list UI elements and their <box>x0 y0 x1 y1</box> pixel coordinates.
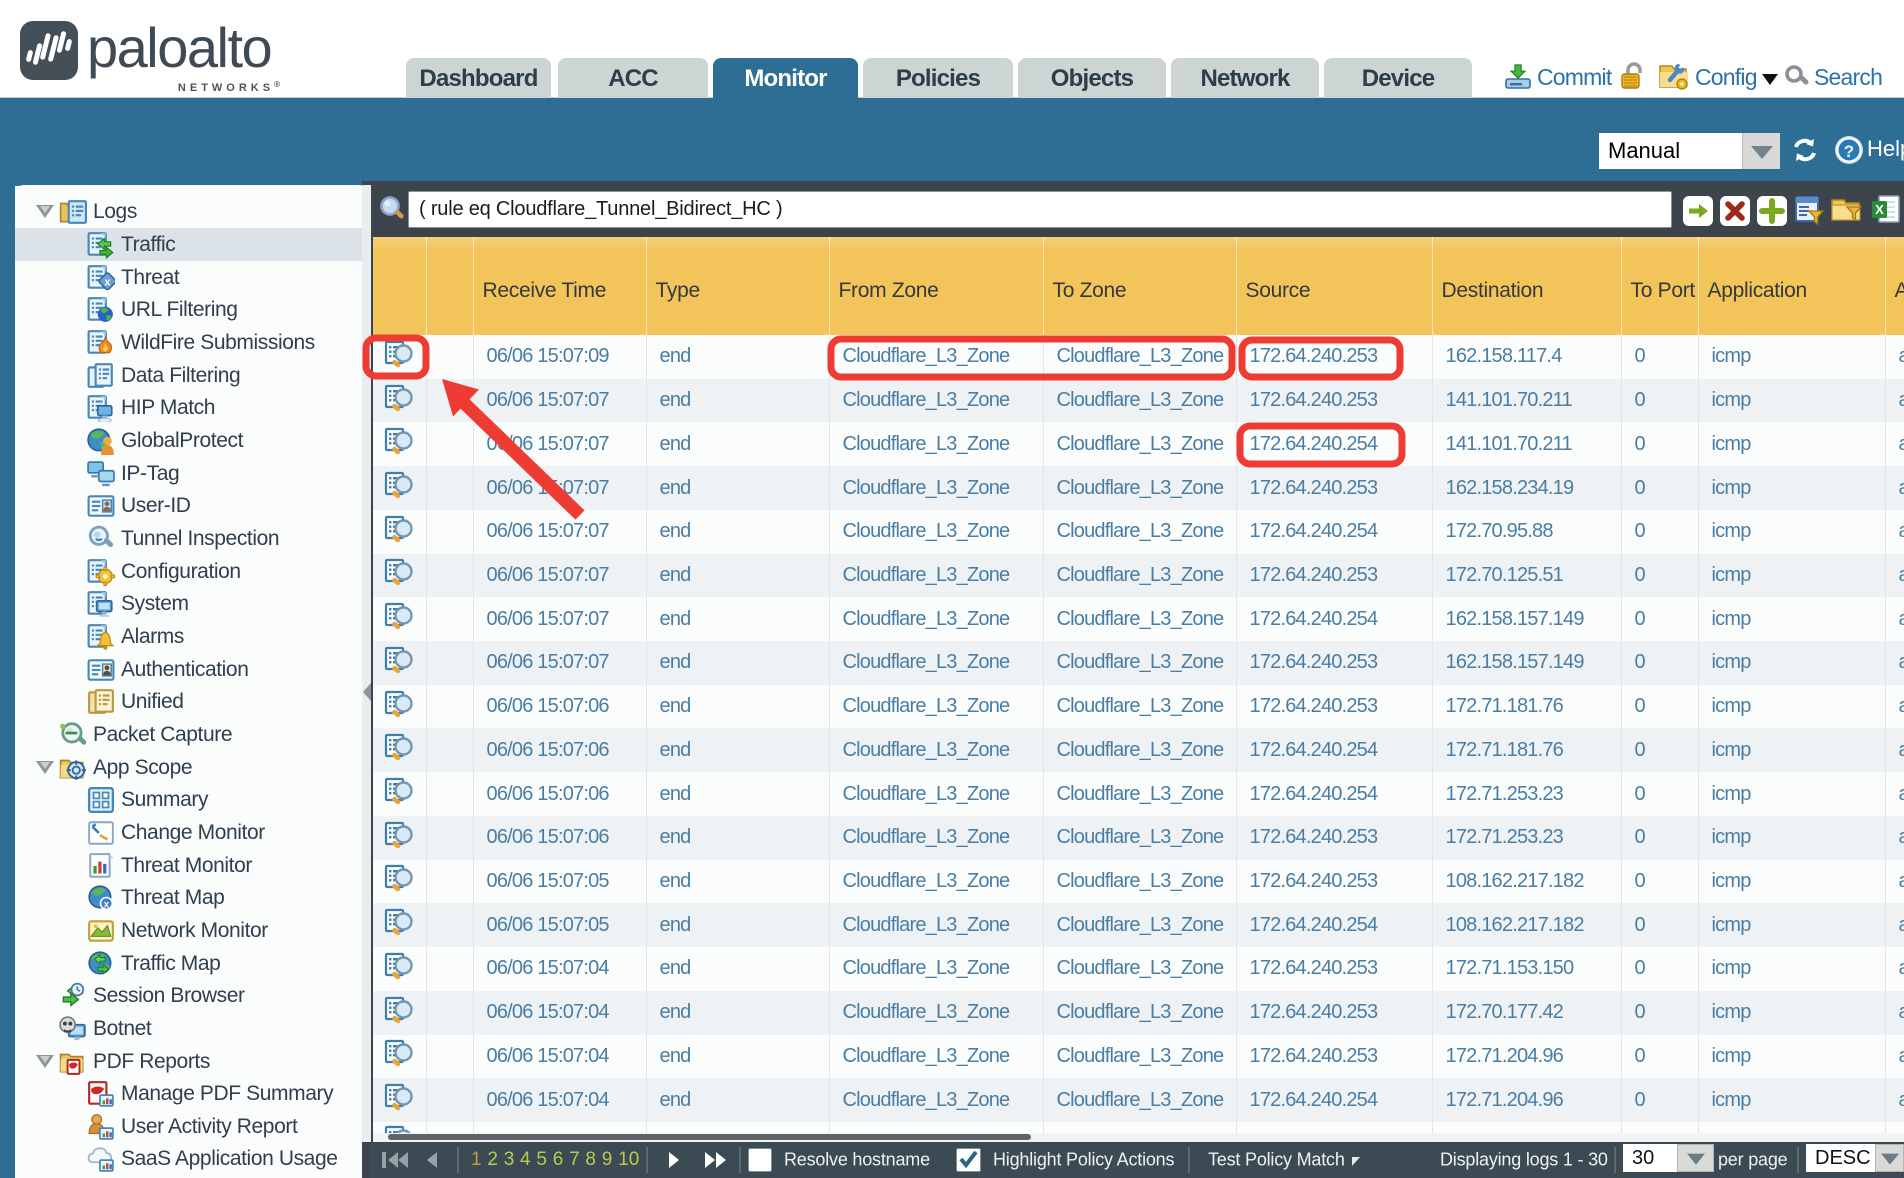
svg-text:?: ? <box>1844 142 1854 161</box>
svg-text:x: x <box>104 276 110 288</box>
svg-text:x: x <box>104 900 110 911</box>
svg-text:X: X <box>1875 202 1884 217</box>
